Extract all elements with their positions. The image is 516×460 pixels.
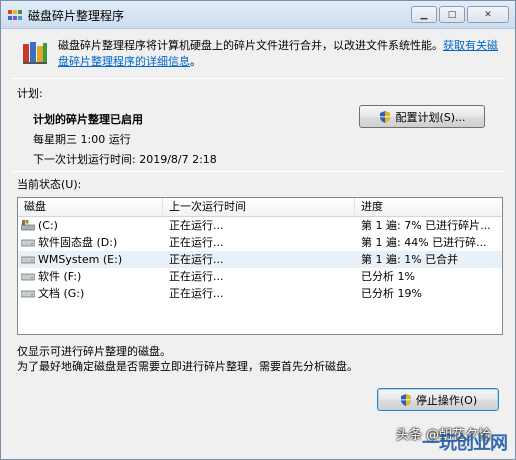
watermark: 头条 @朝花夕拾 一玩创业网 bbox=[351, 417, 511, 457]
defrag-window: 磁盘碎片整理程序 ▁ □ ✕ 磁盘碎片整理程序将计算机硬盘上的碎片文件进行合并，… bbox=[0, 0, 516, 460]
divider bbox=[11, 78, 505, 79]
next-run-time: 下一次计划运行时间: 2019/8/7 2:18 bbox=[33, 153, 217, 166]
stop-operation-button[interactable]: 停止操作(O) bbox=[377, 388, 499, 411]
column-last-run[interactable]: 上一次运行时间 bbox=[163, 198, 355, 217]
schedule-frequency: 每星期三 1:00 运行 bbox=[33, 133, 131, 146]
close-button[interactable]: ✕ bbox=[467, 6, 509, 23]
minimize-button[interactable]: ▁ bbox=[411, 6, 437, 23]
uac-shield-icon bbox=[380, 110, 391, 123]
dialog-content: 磁盘碎片整理程序将计算机硬盘上的碎片文件进行合并，以改进文件系统性能。获取有关磁… bbox=[1, 30, 515, 459]
window-title: 磁盘碎片整理程序 bbox=[28, 9, 125, 23]
progress: 已分析 1% bbox=[361, 270, 415, 283]
table-row[interactable]: 软件固态盘 (D:) 正在运行... 第 1 遍: 44% 已进行碎... bbox=[18, 234, 502, 251]
disk-name: 文档 (G:) bbox=[38, 287, 85, 300]
configure-schedule-label: 配置计划(S)... bbox=[395, 110, 466, 124]
caption-buttons: ▁ □ ✕ bbox=[411, 6, 509, 24]
table-row[interactable]: WMSystem (E:) 正在运行... 第 1 遍: 1% 已合并 bbox=[18, 251, 502, 268]
schedule-label: 计划: bbox=[17, 87, 43, 100]
table-row[interactable]: 软件 (F:) 正在运行... 已分析 1% bbox=[18, 268, 502, 285]
column-progress[interactable]: 进度 bbox=[355, 198, 502, 217]
drive-icon bbox=[21, 273, 35, 281]
watermark-brand: 一玩创业网 bbox=[422, 433, 508, 454]
system-drive-icon bbox=[21, 220, 35, 231]
intro-description: 磁盘碎片整理程序将计算机硬盘上的碎片文件进行合并，以改进文件系统性能。 bbox=[58, 39, 443, 52]
info-text-1: 仅显示可进行碎片整理的磁盘。 bbox=[17, 345, 171, 358]
progress: 第 1 遍: 44% 已进行碎... bbox=[361, 236, 487, 249]
current-status-label: 当前状态(U): bbox=[17, 178, 82, 191]
stop-operation-label: 停止操作(O) bbox=[415, 393, 478, 407]
defrag-app-icon bbox=[8, 10, 22, 20]
last-run: 正在运行... bbox=[169, 270, 224, 283]
divider bbox=[11, 171, 505, 172]
drive-icon bbox=[21, 290, 35, 298]
disk-name: (C:) bbox=[38, 219, 58, 232]
configure-schedule-button[interactable]: 配置计划(S)... bbox=[359, 105, 485, 128]
defrag-logo-icon bbox=[23, 42, 47, 64]
last-run: 正在运行... bbox=[169, 236, 224, 249]
uac-shield-icon bbox=[400, 393, 411, 406]
last-run: 正在运行... bbox=[169, 253, 224, 266]
maximize-button[interactable]: □ bbox=[439, 6, 465, 23]
intro-end: 。 bbox=[190, 55, 201, 68]
disk-name: 软件固态盘 (D:) bbox=[38, 236, 118, 249]
table-row[interactable]: 文档 (G:) 正在运行... 已分析 19% bbox=[18, 285, 502, 302]
disk-list[interactable]: 磁盘 上一次运行时间 进度 (C:) 正在运行... 第 1 遍: 7% 已进行… bbox=[17, 197, 503, 335]
list-header: 磁盘 上一次运行时间 进度 bbox=[18, 198, 502, 217]
drive-icon bbox=[21, 239, 35, 247]
info-text-2: 为了最好地确定磁盘是否需要立即进行碎片整理，需要首先分析磁盘。 bbox=[17, 360, 358, 373]
schedule-status: 计划的碎片整理已启用 bbox=[33, 113, 143, 126]
progress: 已分析 19% bbox=[361, 287, 422, 300]
progress: 第 1 遍: 7% 已进行碎片... bbox=[361, 219, 491, 232]
table-row[interactable]: (C:) 正在运行... 第 1 遍: 7% 已进行碎片... bbox=[18, 217, 502, 234]
progress: 第 1 遍: 1% 已合并 bbox=[361, 253, 459, 266]
last-run: 正在运行... bbox=[169, 287, 224, 300]
intro-text: 磁盘碎片整理程序将计算机硬盘上的碎片文件进行合并，以改进文件系统性能。获取有关磁… bbox=[58, 38, 504, 70]
disk-name: 软件 (F:) bbox=[38, 270, 82, 283]
column-disk[interactable]: 磁盘 bbox=[18, 198, 163, 217]
last-run: 正在运行... bbox=[169, 219, 224, 232]
drive-icon bbox=[21, 256, 35, 264]
title-bar: 磁盘碎片整理程序 ▁ □ ✕ bbox=[1, 1, 515, 29]
disk-name: WMSystem (E:) bbox=[38, 253, 123, 266]
